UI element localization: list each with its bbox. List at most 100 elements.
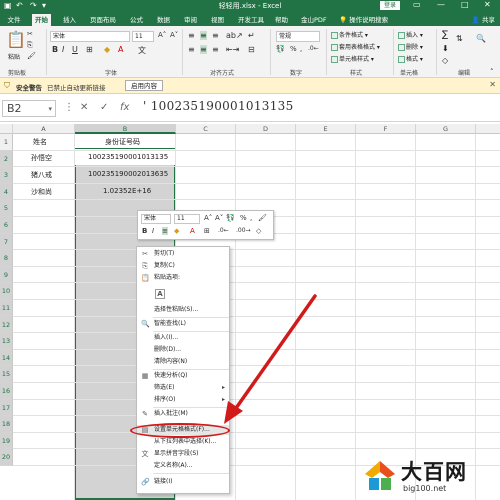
cell-a3[interactable]: 猪八戒 xyxy=(31,170,52,180)
row-header-13[interactable]: 13 xyxy=(0,333,13,350)
menu-item-pick-from-list[interactable]: 从下拉列表中选择(K)... xyxy=(137,437,229,447)
shrink-font-icon[interactable]: A˅ xyxy=(170,31,178,39)
row-header-2[interactable]: 2 xyxy=(0,150,13,168)
column-header-e[interactable]: E xyxy=(296,124,356,134)
menu-item-cut[interactable]: ✂ 剪切(T) xyxy=(137,249,229,259)
cell-a4[interactable]: 沙和尚 xyxy=(31,187,52,197)
number-format-select[interactable]: 常规 xyxy=(276,31,320,42)
format-as-table-button[interactable]: 套用表格格式 ▾ xyxy=(331,42,380,51)
tab-home[interactable]: 开始 xyxy=(32,14,51,26)
row-header-1[interactable]: 1 xyxy=(0,134,13,151)
font-name-select[interactable]: 宋体 xyxy=(50,31,130,42)
menu-item-paste-special[interactable]: 选择性粘贴(S)... xyxy=(137,305,229,315)
row-header-9[interactable]: 9 xyxy=(0,266,13,284)
menu-item-insert[interactable]: 插入(I)... xyxy=(137,333,229,343)
wrap-text-icon[interactable]: ↵ xyxy=(248,31,255,40)
row-header-5[interactable]: 5 xyxy=(0,200,13,217)
column-header-h[interactable]: H xyxy=(476,124,500,134)
login-button[interactable]: 登录 xyxy=(380,1,401,10)
cell-b4[interactable]: 1.02352E+16 xyxy=(103,187,151,195)
font-size-select[interactable]: 11 xyxy=(132,31,154,42)
format-cells-button[interactable]: 格式 ▾ xyxy=(398,54,423,63)
tab-view[interactable]: 视图 xyxy=(208,14,227,26)
row-header-8[interactable]: 8 xyxy=(0,250,13,267)
collapse-ribbon-icon[interactable]: ˄ xyxy=(490,68,494,76)
mini-format-painter-icon[interactable]: 🖌 xyxy=(258,214,267,222)
column-header-c[interactable]: C xyxy=(176,124,236,134)
mini-eraser-icon[interactable]: ◇ xyxy=(256,227,261,235)
tab-insert[interactable]: 插入 xyxy=(60,14,79,26)
row-header-10[interactable]: 10 xyxy=(0,283,13,300)
minimize-button[interactable]: — xyxy=(437,0,445,9)
tab-developer[interactable]: 开发工具 xyxy=(235,14,267,26)
row-header-11[interactable]: 11 xyxy=(0,300,13,317)
align-middle-icon[interactable]: ≡ xyxy=(200,31,207,40)
mini-italic-icon[interactable]: I xyxy=(152,227,154,235)
chevron-down-icon[interactable]: ▾ xyxy=(48,101,52,117)
mini-font-color-icon[interactable]: A xyxy=(190,227,195,235)
cell-b2[interactable]: 100235190001013135 xyxy=(88,153,168,161)
mini-font-name-select[interactable]: 宋体 xyxy=(141,214,171,224)
cell-b3[interactable]: 100235190002013635 xyxy=(88,170,168,178)
mini-bold-icon[interactable]: B xyxy=(142,227,147,235)
find-select-icon[interactable]: 🔍 xyxy=(476,34,486,43)
mini-font-size-select[interactable]: 11 xyxy=(174,214,200,224)
column-header-f[interactable]: F xyxy=(356,124,416,134)
indent-icon[interactable]: ⇤⇥ xyxy=(226,45,239,54)
row-header-15[interactable]: 15 xyxy=(0,366,13,383)
paste-option-keep-text[interactable]: A xyxy=(137,287,229,301)
tab-review[interactable]: 审阅 xyxy=(181,14,200,26)
menu-item-define-name[interactable]: 定义名称(A)... xyxy=(137,461,229,471)
menu-item-show-phonetic[interactable]: 文显示拼音字段(S) xyxy=(137,449,229,459)
tab-page-layout[interactable]: 页面布局 xyxy=(87,14,119,26)
row-header-12[interactable]: 12 xyxy=(0,316,13,334)
comma-style-icon[interactable]: , xyxy=(300,45,302,53)
row-header-6[interactable]: 6 xyxy=(0,217,13,234)
mini-decimal-decrease-icon[interactable]: .00→ xyxy=(236,227,251,234)
align-top-icon[interactable]: ≡ xyxy=(188,31,195,40)
menu-item-copy[interactable]: ⎘ 复制(C) xyxy=(137,261,229,271)
accounting-format-icon[interactable]: 💱 xyxy=(276,45,285,53)
menu-item-sort[interactable]: 排序(O) ▸ xyxy=(137,395,229,405)
cell-a2[interactable]: 孙悟空 xyxy=(31,153,52,163)
column-header-d[interactable]: D xyxy=(236,124,296,134)
tab-help[interactable]: 帮助 xyxy=(272,14,291,26)
orientation-icon[interactable]: ab↗ xyxy=(226,31,243,40)
maximize-button[interactable]: □ xyxy=(461,0,469,9)
tab-file[interactable]: 文件 xyxy=(4,14,24,26)
align-center-icon[interactable]: ≡ xyxy=(200,45,207,54)
align-right-icon[interactable]: ≡ xyxy=(212,45,219,54)
mini-number-format-icon[interactable]: 💱 xyxy=(226,214,235,222)
menu-item-smart-lookup[interactable]: 🔍 智能查找(L) xyxy=(137,319,229,329)
fill-color-icon[interactable]: ◆ xyxy=(104,45,110,54)
sort-filter-icon[interactable]: ⇅ xyxy=(456,34,463,43)
phonetic-icon[interactable]: 文 xyxy=(138,45,146,56)
confirm-entry-icon[interactable]: ✓ xyxy=(100,102,108,113)
menu-item-delete[interactable]: 删除(D)... xyxy=(137,345,229,355)
column-header-b[interactable]: B xyxy=(75,124,176,134)
cell-b1[interactable]: 身份证号码 xyxy=(105,137,140,147)
close-button[interactable]: ✕ xyxy=(484,0,491,9)
share-button[interactable]: 👤 共享 xyxy=(469,14,498,26)
formula-input[interactable]: ' 100235190001013135 xyxy=(143,99,294,113)
borders-icon[interactable]: ⊞ xyxy=(86,45,93,54)
ribbon-display-icon[interactable]: ▭ xyxy=(413,0,421,9)
select-all-corner[interactable] xyxy=(0,124,13,134)
close-security-bar-icon[interactable]: ✕ xyxy=(489,80,496,89)
align-bottom-icon[interactable]: ≡ xyxy=(212,31,219,40)
row-header-7[interactable]: 7 xyxy=(0,233,13,251)
delete-cells-button[interactable]: 删除 ▾ xyxy=(398,42,423,51)
percent-style-icon[interactable]: % xyxy=(290,45,297,53)
mini-shrink-font-icon[interactable]: A˅ xyxy=(215,214,223,222)
column-header-a[interactable]: A xyxy=(13,124,75,134)
mini-borders-icon[interactable]: ⊞ xyxy=(204,227,210,235)
italic-icon[interactable]: I xyxy=(62,45,64,54)
tab-formulas[interactable]: 公式 xyxy=(127,14,146,26)
row-header-4[interactable]: 4 xyxy=(0,183,13,201)
paste-icon[interactable]: 📋 xyxy=(6,30,26,49)
mini-grow-font-icon[interactable]: A˄ xyxy=(204,214,212,222)
insert-function-icon[interactable]: fx xyxy=(120,102,129,113)
mini-comma-icon[interactable]: , xyxy=(250,214,252,222)
conditional-formatting-button[interactable]: 条件格式 ▾ xyxy=(331,30,368,39)
autosum-button[interactable]: ∑ xyxy=(442,30,448,40)
